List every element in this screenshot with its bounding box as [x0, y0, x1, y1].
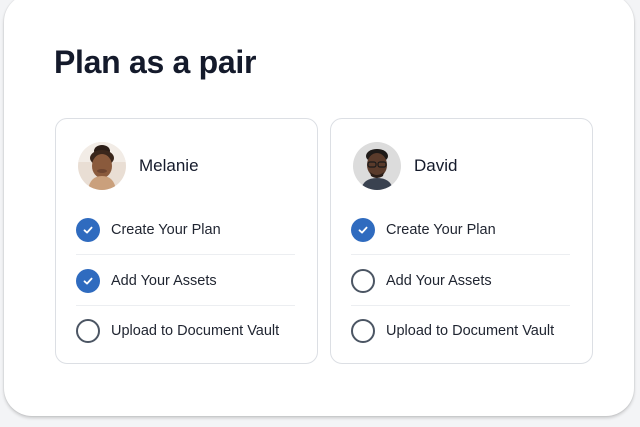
- task-label: Upload to Document Vault: [386, 323, 555, 339]
- empty-circle-icon[interactable]: [351, 319, 375, 343]
- task-label: Create Your Plan: [111, 222, 221, 238]
- task-label: Create Your Plan: [386, 222, 496, 238]
- checked-circle-icon[interactable]: [76, 218, 100, 242]
- empty-circle-icon[interactable]: [351, 269, 375, 293]
- task-item[interactable]: Upload to Document Vault: [351, 306, 570, 356]
- divider: [351, 254, 570, 255]
- page-title: Plan as a pair: [54, 44, 257, 80]
- person-name: Melanie: [139, 156, 199, 175]
- person-header: Melanie: [78, 142, 199, 190]
- checked-circle-icon[interactable]: [76, 269, 100, 293]
- task-item[interactable]: Add Your Assets: [351, 256, 570, 306]
- task-label: Upload to Document Vault: [111, 323, 280, 339]
- person-card-david: David Create Your Plan Add Your Assets U…: [330, 118, 593, 364]
- task-item[interactable]: Upload to Document Vault: [76, 306, 295, 356]
- divider: [76, 254, 295, 255]
- task-label: Add Your Assets: [386, 273, 492, 289]
- plan-as-pair-panel: Plan as a pair Melanie Create Your Plan …: [4, 0, 634, 416]
- task-item[interactable]: Create Your Plan: [76, 205, 295, 255]
- avatar: [353, 142, 401, 190]
- person-name: David: [414, 156, 458, 175]
- checked-circle-icon[interactable]: [351, 218, 375, 242]
- avatar: [78, 142, 126, 190]
- task-item[interactable]: Add Your Assets: [76, 256, 295, 306]
- task-item[interactable]: Create Your Plan: [351, 205, 570, 255]
- person-card-melanie: Melanie Create Your Plan Add Your Assets…: [55, 118, 318, 364]
- empty-circle-icon[interactable]: [76, 319, 100, 343]
- task-label: Add Your Assets: [111, 273, 217, 289]
- person-header: David: [353, 142, 457, 190]
